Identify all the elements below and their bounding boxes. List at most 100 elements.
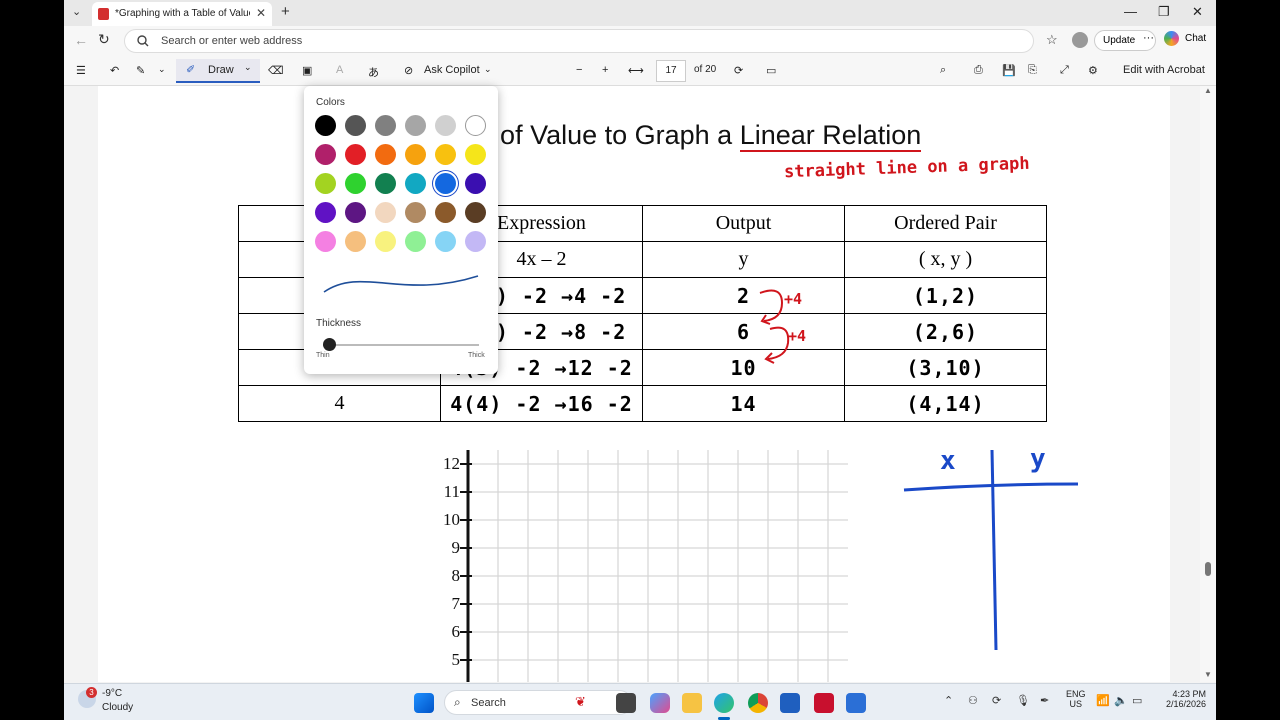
color-swatch[interactable] [405,202,426,223]
taskbar-search[interactable]: ⌕ Search ❦ [444,690,632,715]
save-as-icon[interactable]: ⎘ [1028,64,1037,77]
color-swatch[interactable] [375,231,396,252]
profile-avatar[interactable] [1072,32,1088,48]
color-swatch[interactable] [375,173,396,194]
contents-icon[interactable]: ☰ [76,64,86,77]
tray-icon[interactable]: ⚇ [968,694,978,707]
app-icon[interactable] [846,693,866,713]
color-swatch[interactable] [315,231,336,252]
zoom-out-icon[interactable]: − [576,64,582,76]
copilot-chevron-icon[interactable]: ⌄ [484,64,492,75]
highlight-chevron-icon[interactable]: ⌄ [158,64,166,75]
chrome-icon[interactable] [748,693,768,713]
color-swatch[interactable] [345,231,366,252]
color-swatch[interactable] [405,173,426,194]
print-icon[interactable]: ⎙ [974,64,983,77]
edit-with-acrobat-button[interactable]: Edit with Acrobat [1123,64,1205,76]
read-aloud-icon[interactable]: あ [368,64,379,80]
text-box-icon[interactable]: ▣ [302,64,312,77]
scroll-down-icon[interactable]: ▼ [1204,670,1212,679]
show-hidden-icons-chevron[interactable]: ⌃ [944,694,953,707]
highlight-icon[interactable]: ✎ [136,64,145,77]
language-indicator[interactable]: ENG US [1066,689,1086,709]
eraser-icon[interactable]: ⌫ [268,64,284,77]
fullscreen-icon[interactable]: ⤢ [1060,64,1069,77]
address-input[interactable]: Search or enter web address [124,29,1034,53]
color-swatch[interactable] [375,115,396,136]
color-swatch[interactable] [345,115,366,136]
color-swatch[interactable] [405,231,426,252]
color-swatch[interactable] [465,231,486,252]
y-tick-label: 11 [443,482,460,501]
color-swatch[interactable] [315,144,336,165]
search-icon [137,35,149,47]
start-windows-icon[interactable] [414,693,434,713]
clock-time: 4:23 PM [1172,689,1206,699]
color-swatch[interactable] [405,144,426,165]
store-icon[interactable] [780,693,800,713]
clock[interactable]: 4:23 PM 2/16/2026 [1156,689,1206,709]
find-icon[interactable]: ⌕ [940,64,946,77]
volume-icon[interactable]: 🔈 [1114,694,1128,707]
color-swatch[interactable] [465,173,486,194]
refresh-icon[interactable]: ↻ [98,31,110,48]
table-subheader: y [642,241,845,278]
color-swatch[interactable] [435,115,456,136]
maple-leaf-icon: ❦ [575,694,586,709]
maximize-icon[interactable]: ❐ [1158,4,1170,20]
color-swatch[interactable] [315,173,336,194]
tab-list-chevron-icon[interactable]: ⌄ [72,5,81,18]
color-swatch[interactable] [465,115,486,136]
color-swatch[interactable] [315,202,336,223]
scroll-up-icon[interactable]: ▲ [1204,86,1212,95]
close-window-icon[interactable]: ✕ [1192,4,1203,20]
ask-copilot-button[interactable]: Ask Copilot [424,64,480,76]
color-swatch[interactable] [345,202,366,223]
color-swatch[interactable] [435,231,456,252]
color-swatch[interactable] [435,202,456,223]
back-icon[interactable]: ← [74,32,88,48]
minimize-icon[interactable]: — [1124,4,1137,19]
close-tab-icon[interactable]: ✕ [256,6,266,20]
color-swatch[interactable] [465,202,486,223]
edge-icon[interactable] [714,693,734,713]
scrollbar-thumb[interactable] [1205,562,1211,576]
microphone-icon[interactable]: 🎙 [1016,694,1030,707]
browser-tab[interactable]: *Graphing with a Table of Value.pdf ✕ [92,2,272,26]
save-icon[interactable]: 💾 [1002,64,1016,77]
text-format-icon[interactable]: A [336,64,343,76]
page-number-input[interactable]: 17 [656,60,686,82]
color-swatch[interactable] [345,173,366,194]
color-swatch[interactable] [345,144,366,165]
color-swatch[interactable] [375,144,396,165]
draw-button[interactable]: ✐ Draw ⌄ [176,59,260,83]
color-swatch[interactable] [435,144,456,165]
fit-page-icon[interactable]: ⟷ [628,64,644,77]
thickness-slider-thumb[interactable] [323,338,336,351]
wifi-icon[interactable]: 📶 [1096,694,1110,707]
rotate-icon[interactable]: ⟳ [734,64,743,77]
color-swatch[interactable] [375,202,396,223]
color-swatch[interactable] [465,144,486,165]
mcafee-icon[interactable] [814,693,834,713]
new-tab-icon[interactable]: + [281,3,290,20]
table-cell: 4(4) -2 →16 -2 [440,385,643,422]
vertical-scrollbar[interactable]: ▲ ▼ [1200,86,1216,682]
page-view-icon[interactable]: ▭ [766,64,776,77]
sync-icon[interactable]: ⟳ [992,694,1001,707]
thickness-slider-track[interactable] [323,344,479,346]
update-button[interactable]: Update ··· [1094,30,1156,51]
copilot-app-icon[interactable] [650,693,670,713]
undo-icon[interactable]: ↶ [110,64,119,77]
color-swatch[interactable] [435,173,456,194]
file-explorer-icon[interactable] [682,693,702,713]
pen-icon[interactable]: ✒ [1040,694,1049,707]
battery-icon[interactable]: ▭ [1132,694,1142,707]
favorites-star-icon[interactable]: ☆ [1046,32,1058,48]
task-view-icon[interactable] [616,693,636,713]
settings-gear-icon[interactable]: ⚙ [1088,64,1098,77]
zoom-in-icon[interactable]: + [602,64,608,76]
copilot-toolbar-icon[interactable]: ⊘ [404,64,413,77]
color-swatch[interactable] [405,115,426,136]
color-swatch[interactable] [315,115,336,136]
